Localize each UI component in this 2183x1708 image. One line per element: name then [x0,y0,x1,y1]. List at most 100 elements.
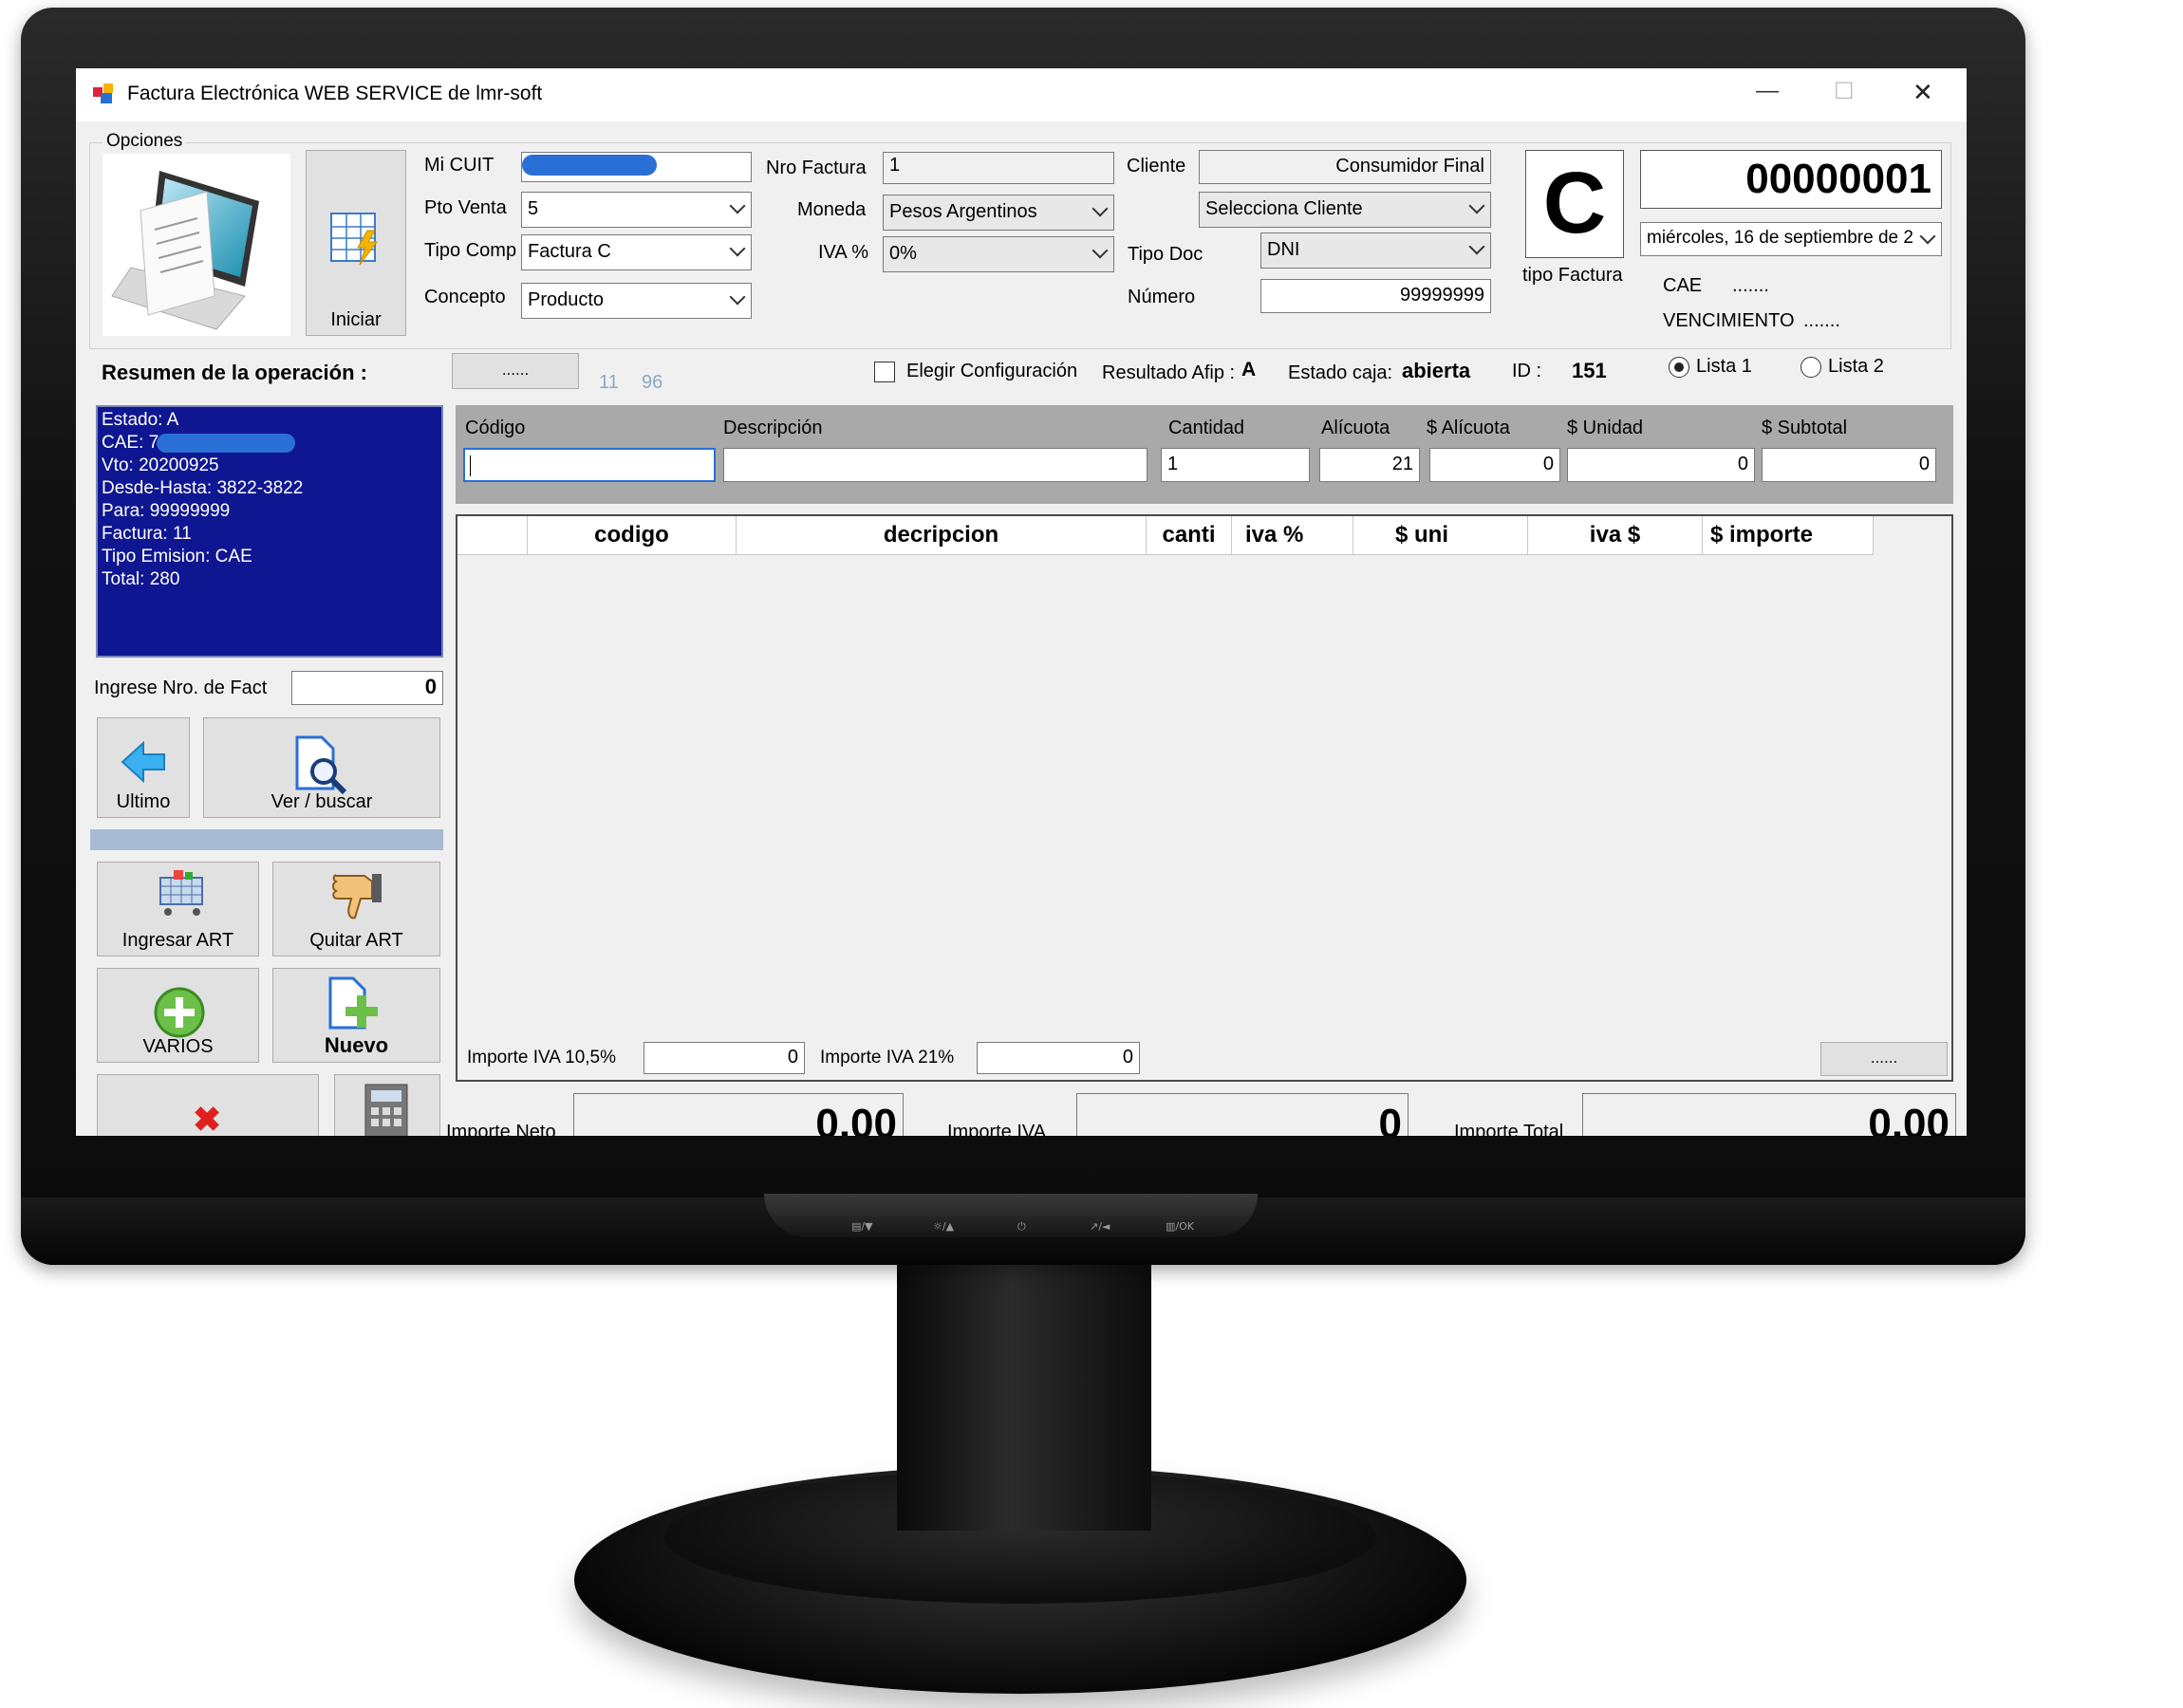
lista2-radio[interactable] [1801,357,1821,378]
maximize-button[interactable]: ☐ [1834,78,1855,105]
chevron-down-icon [1092,242,1109,259]
items-grid[interactable]: codigo decripcion canti iva % $ uni iva … [456,514,1953,1082]
thumbs-down-icon [330,870,385,927]
chevron-down-icon [1919,228,1936,245]
s-subtotal-input[interactable]: 0 [1762,448,1936,482]
s-alicuota-label: $ Alícuota [1427,418,1510,438]
concepto-select[interactable]: Producto [521,283,752,319]
col-canti[interactable]: canti [1147,516,1232,554]
mi-cuit-label: Mi CUIT [424,155,494,176]
resumen-line-factura: Factura: 11 [102,524,192,544]
ingrese-nro-field[interactable]: 0 [291,671,443,705]
col-uni[interactable]: $ uni [1353,516,1528,554]
monitor-input-button[interactable]: ↗/◄ [1090,1220,1110,1233]
grid-dots-button[interactable]: ...... [1820,1042,1948,1076]
arrow-left-icon [121,740,168,789]
grid-row-header-corner [457,516,528,554]
tipo-doc-select[interactable]: DNI [1260,232,1491,269]
monitor-ok-button[interactable]: ▥/OK [1166,1220,1194,1233]
importe-iva-label: Importe IVA [947,1122,1047,1136]
spreadsheet-lightning-icon [329,210,382,272]
resumen-line-total: Total: 280 [102,569,180,589]
moneda-select[interactable]: Pesos Argentinos [883,195,1114,231]
nro-factura-field[interactable]: 1 [883,152,1114,184]
iva21-field[interactable]: 0 [977,1042,1140,1074]
chevron-down-icon [1468,238,1485,255]
factura-number: 00000001 [1640,150,1942,209]
estado-caja-label: Estado caja: [1288,362,1393,383]
resumen-line-para: Para: 99999999 [102,501,231,521]
resumen-line-tipo-emision: Tipo Emision: CAE [102,547,252,566]
importe-total-field: 0.00 [1582,1093,1956,1136]
col-decripcion[interactable]: decripcion [737,516,1147,554]
monitor-brightness-button[interactable]: ☼/▲ [933,1220,954,1233]
lista1-label: Lista 1 [1696,356,1752,377]
nuevo-button[interactable]: Nuevo [272,968,440,1063]
close-button[interactable]: ✕ [1912,78,1933,107]
resumen-dots-button[interactable]: ...... [452,353,579,389]
selecciona-cliente-select[interactable]: Selecciona Cliente [1199,192,1491,228]
importe-neto-field: 0.00 [573,1093,904,1136]
iva-select[interactable]: 0% [883,236,1114,272]
moneda-value: Pesos Argentinos [889,201,1037,222]
s-unidad-input[interactable]: 0 [1567,448,1755,482]
shopping-cart-icon [153,870,210,923]
codigo-input[interactable] [463,448,716,482]
cancel-button[interactable]: ✖ [97,1074,319,1136]
invoice-computer-image [103,154,290,336]
col-importe[interactable]: $ importe [1703,516,1874,554]
pto-venta-label: Pto Venta [424,197,507,218]
resultado-afip-value: A [1241,359,1257,381]
importe-iva-field: 0 [1076,1093,1409,1136]
quitar-art-button[interactable]: Quitar ART [272,862,440,956]
col-iva-pct[interactable]: iva % [1232,516,1353,554]
chevron-down-icon [729,288,746,306]
cliente-field[interactable]: Consumidor Final [1199,150,1491,184]
concepto-label: Concepto [424,287,506,307]
fecha-picker[interactable]: miércoles, 16 de septiembre de 2 [1640,222,1942,256]
numero-field[interactable]: 99999999 [1260,279,1491,313]
resumen-info-box: Estado: A CAE: 7 Vto: 20200925 Desde-Has… [96,405,443,658]
calculator-icon [364,1083,411,1136]
nro-factura-label: Nro Factura [766,158,867,178]
cliente-label: Cliente [1127,156,1186,176]
ver-buscar-button[interactable]: Ver / buscar [203,717,440,818]
alicuota-input[interactable]: 21 [1319,448,1420,482]
document-search-icon [291,735,348,800]
tipo-doc-label: Tipo Doc [1128,244,1203,265]
pto-venta-value: 5 [528,198,539,219]
monitor-stand-neck [897,1265,1151,1531]
iva105-field[interactable]: 0 [644,1042,805,1074]
moneda-label: Moneda [797,199,867,220]
resultado-afip-label: Resultado Afip : [1102,362,1236,383]
col-codigo[interactable]: codigo [528,516,737,554]
s-unidad-label: $ Unidad [1567,418,1644,438]
mi-cuit-field[interactable] [521,152,752,182]
descripcion-input[interactable] [723,448,1147,482]
minimize-button[interactable]: — [1756,78,1779,104]
varios-button[interactable]: VARIOS [97,968,259,1063]
resumen-line-cae: CAE: 7 [102,433,159,453]
cantidad-input[interactable]: 1 [1161,448,1310,482]
concepto-value: Producto [528,289,605,310]
ultimo-button[interactable]: Ultimo [97,717,190,818]
monitor-menu-button[interactable]: ▤/▼ [851,1220,873,1233]
monitor-power-button[interactable]: ⏻ [1017,1220,1026,1234]
quitar-art-label: Quitar ART [309,930,403,951]
tipo-factura-letter: C [1525,150,1624,258]
nuevo-label: Nuevo [324,1033,389,1057]
col-iva-s[interactable]: iva $ [1528,516,1703,554]
s-alicuota-input[interactable]: 0 [1429,448,1560,482]
ingresar-art-button[interactable]: Ingresar ART [97,862,259,956]
left-panel-divider [90,829,443,850]
cantidad-label: Cantidad [1168,418,1245,438]
iniciar-button[interactable]: Iniciar [306,150,406,336]
descripcion-label: Descripción [723,418,823,438]
calculator-button[interactable] [334,1074,440,1136]
pto-venta-select[interactable]: 5 [521,192,752,228]
text-caret [470,455,471,476]
elegir-configuracion-checkbox[interactable] [874,362,895,382]
tipo-comp-select[interactable]: Factura C [521,234,752,270]
elegir-configuracion-label: Elegir Configuración [906,361,1078,381]
lista1-radio[interactable] [1669,357,1689,378]
